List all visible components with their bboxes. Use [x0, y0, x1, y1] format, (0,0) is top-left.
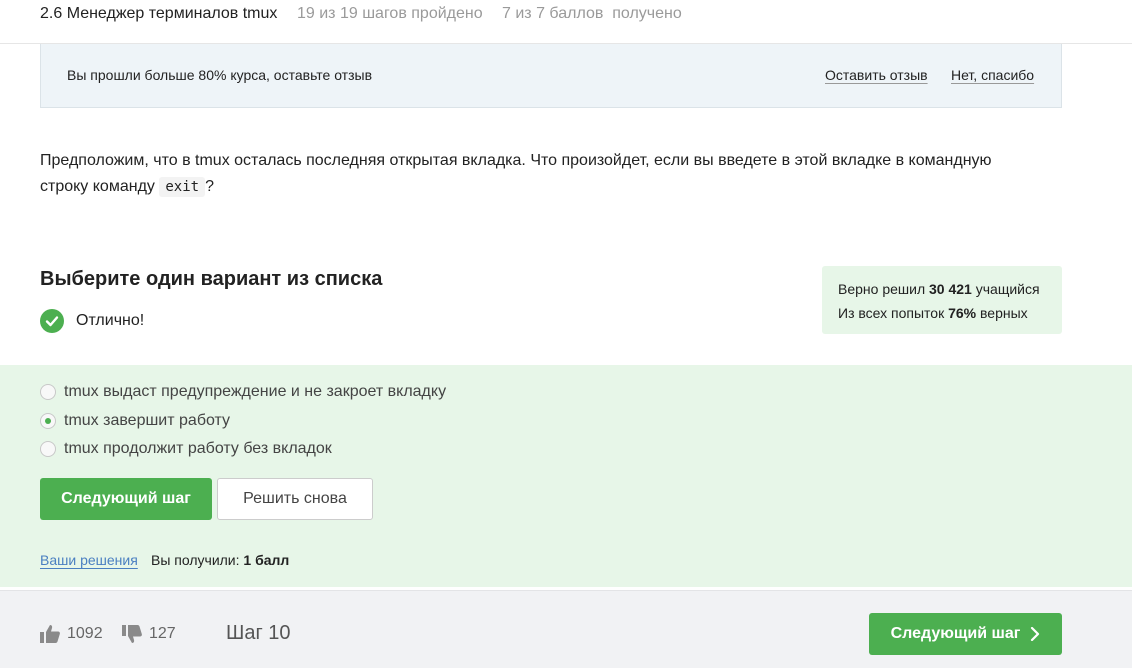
attempts-suffix: верных [980, 305, 1028, 321]
like-count: 1092 [67, 625, 103, 642]
footer-next-step-button[interactable]: Следующий шаг [869, 613, 1062, 655]
attempts-stat: Из всех попыток 76% верных [838, 301, 1046, 325]
thumbs-down-icon [122, 625, 142, 643]
answer-label: tmux выдаст предупреждение и не закроет … [64, 383, 447, 400]
answer-label: tmux продолжит работу без вкладок [64, 440, 332, 457]
next-step-button[interactable]: Следующий шаг [40, 478, 212, 520]
question-text: Предположим, что в tmux осталась последн… [40, 148, 1040, 200]
check-circle-icon [40, 309, 64, 333]
points-progress: 7 из 7 баллов получено [502, 5, 682, 22]
retry-button[interactable]: Решить снова [217, 478, 373, 520]
code-snippet: exit [159, 177, 206, 197]
footer-next-label: Следующий шаг [890, 625, 1021, 642]
your-solutions-link[interactable]: Ваши решения [40, 552, 138, 568]
solved-prefix: Верно решил [838, 281, 926, 297]
radio-button[interactable] [40, 441, 56, 457]
thumbs-up-icon [40, 625, 60, 643]
answer-label: tmux завершит работу [64, 412, 231, 429]
attempts-percent: 76% [948, 305, 977, 321]
solved-suffix: учащийся [975, 281, 1040, 297]
no-thanks-link[interactable]: Нет, спасибо [951, 67, 1034, 83]
lesson-title: 2.6 Менеджер терминалов tmux [40, 5, 278, 22]
stats-box: Верно решил 30 421 учащийся Из всех попы… [822, 266, 1062, 334]
score-info: Вы получили: 1 балл [151, 552, 289, 568]
radio-button-selected[interactable] [40, 413, 56, 429]
dislike-button[interactable]: 127 [121, 624, 176, 644]
radio-button[interactable] [40, 384, 56, 400]
leave-review-link[interactable]: Оставить отзыв [825, 67, 928, 83]
score-value: 1 балл [243, 552, 290, 568]
answers-panel: tmux выдаст предупреждение и не закроет … [0, 365, 1132, 587]
solved-count: 30 421 [929, 281, 972, 297]
feedback-banner: Вы прошли больше 80% курса, оставьте отз… [40, 44, 1062, 108]
answer-option[interactable]: tmux завершит работу [40, 412, 230, 430]
status-text: Отлично! [76, 312, 145, 329]
feedback-message: Вы прошли больше 80% курса, оставьте отз… [67, 67, 373, 83]
answer-option[interactable]: tmux продолжит работу без вкладок [40, 440, 332, 458]
score-label: Вы получили: [151, 552, 240, 568]
answer-option[interactable]: tmux выдаст предупреждение и не закроет … [40, 383, 446, 401]
solved-stat: Верно решил 30 421 учащийся [838, 277, 1046, 301]
quiz-heading: Выберите один вариант из списка [40, 268, 383, 290]
step-label: Шаг 10 [226, 622, 291, 644]
dislike-count: 127 [149, 625, 176, 642]
question-end: ? [205, 178, 214, 195]
like-button[interactable]: 1092 [39, 624, 103, 644]
result-status: Отлично! [40, 309, 144, 333]
footer-bar: 1092 127 Шаг 10 Следующий шаг [0, 590, 1132, 668]
chevron-right-icon [1031, 627, 1040, 641]
steps-progress: 19 из 19 шагов пройдено [297, 5, 483, 22]
attempts-prefix: Из всех попыток [838, 305, 945, 321]
lesson-header: 2.6 Менеджер терминалов tmux 19 из 19 ша… [0, 0, 1132, 44]
